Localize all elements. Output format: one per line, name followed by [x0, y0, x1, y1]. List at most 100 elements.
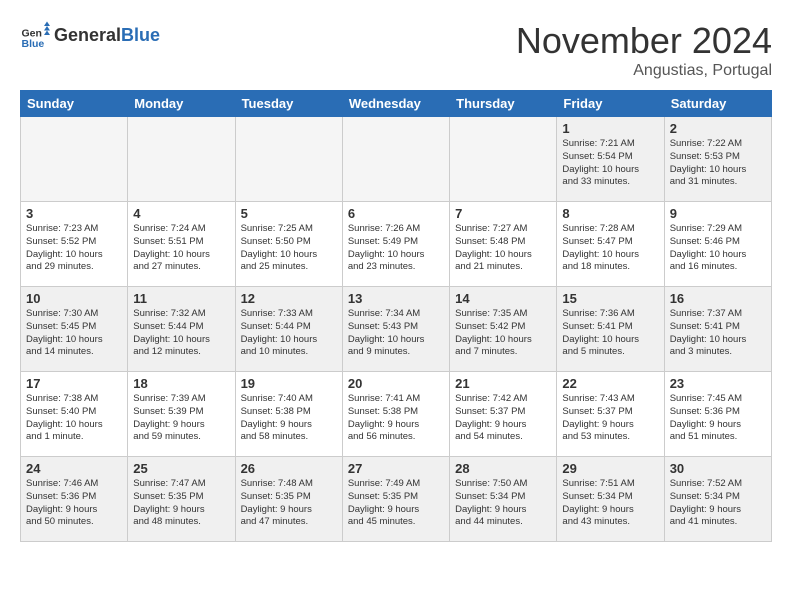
calendar-cell: 22 Sunrise: 7:43 AM Sunset: 5:37 PM Dayli…	[557, 372, 664, 457]
weekday-header-row: SundayMondayTuesdayWednesdayThursdayFrid…	[21, 91, 772, 117]
calendar-cell: 1 Sunrise: 7:21 AM Sunset: 5:54 PM Daylig…	[557, 117, 664, 202]
day-number: 23	[670, 376, 766, 391]
day-info: Sunrise: 7:41 AM Sunset: 5:38 PM Dayligh…	[348, 393, 444, 444]
day-info: Sunrise: 7:50 AM Sunset: 5:34 PM Dayligh…	[455, 478, 551, 529]
day-info: Sunrise: 7:37 AM Sunset: 5:41 PM Dayligh…	[670, 308, 766, 359]
calendar-week-row: 3Sunrise: 7:23 AM Sunset: 5:52 PM Daylig…	[21, 202, 772, 287]
day-number: 15	[562, 291, 658, 306]
day-number: 21	[455, 376, 551, 391]
logo: Gen Blue GeneralBlue	[20, 20, 160, 50]
calendar-cell: 23Sunrise: 7:45 AM Sunset: 5:36 PM Dayli…	[664, 372, 771, 457]
day-number: 1	[562, 121, 658, 136]
calendar-cell: 28 Sunrise: 7:50 AM Sunset: 5:34 PM Dayli…	[450, 457, 557, 542]
svg-text:Blue: Blue	[22, 38, 45, 50]
logo-blue: Blue	[121, 25, 160, 45]
calendar-cell: 25 Sunrise: 7:47 AM Sunset: 5:35 PM Dayli…	[128, 457, 235, 542]
day-number: 30	[670, 461, 766, 476]
calendar-cell: 24 Sunrise: 7:46 AM Sunset: 5:36 PM Dayli…	[21, 457, 128, 542]
day-info: Sunrise: 7:33 AM Sunset: 5:44 PM Dayligh…	[241, 308, 337, 359]
calendar-cell: 17 Sunrise: 7:38 AM Sunset: 5:40 PM Dayli…	[21, 372, 128, 457]
weekday-header: Wednesday	[342, 91, 449, 117]
day-info: Sunrise: 7:34 AM Sunset: 5:43 PM Dayligh…	[348, 308, 444, 359]
day-number: 27	[348, 461, 444, 476]
calendar-cell: 21 Sunrise: 7:42 AM Sunset: 5:37 PM Dayli…	[450, 372, 557, 457]
location-subtitle: Angustias, Portugal	[516, 62, 772, 80]
day-info: Sunrise: 7:49 AM Sunset: 5:35 PM Dayligh…	[348, 478, 444, 529]
day-number: 13	[348, 291, 444, 306]
calendar-cell: 15 Sunrise: 7:36 AM Sunset: 5:41 PM Dayli…	[557, 287, 664, 372]
calendar-cell: 14 Sunrise: 7:35 AM Sunset: 5:42 PM Dayli…	[450, 287, 557, 372]
day-number: 24	[26, 461, 122, 476]
calendar-cell: 2Sunrise: 7:22 AM Sunset: 5:53 PM Daylig…	[664, 117, 771, 202]
day-number: 25	[133, 461, 229, 476]
calendar-cell: 20 Sunrise: 7:41 AM Sunset: 5:38 PM Dayli…	[342, 372, 449, 457]
day-number: 26	[241, 461, 337, 476]
calendar-table: SundayMondayTuesdayWednesdayThursdayFrid…	[20, 90, 772, 542]
calendar-week-row: 24 Sunrise: 7:46 AM Sunset: 5:36 PM Dayli…	[21, 457, 772, 542]
day-number: 17	[26, 376, 122, 391]
calendar-cell: 6Sunrise: 7:26 AM Sunset: 5:49 PM Daylig…	[342, 202, 449, 287]
day-number: 10	[26, 291, 122, 306]
calendar-cell	[21, 117, 128, 202]
day-info: Sunrise: 7:42 AM Sunset: 5:37 PM Dayligh…	[455, 393, 551, 444]
day-info: Sunrise: 7:21 AM Sunset: 5:54 PM Dayligh…	[562, 138, 658, 189]
calendar-cell: 27 Sunrise: 7:49 AM Sunset: 5:35 PM Dayli…	[342, 457, 449, 542]
calendar-week-row: 10 Sunrise: 7:30 AM Sunset: 5:45 PM Dayli…	[21, 287, 772, 372]
day-number: 8	[562, 206, 658, 221]
day-info: Sunrise: 7:48 AM Sunset: 5:35 PM Dayligh…	[241, 478, 337, 529]
day-number: 7	[455, 206, 551, 221]
calendar-cell: 19 Sunrise: 7:40 AM Sunset: 5:38 PM Dayli…	[235, 372, 342, 457]
calendar-cell: 9 Sunrise: 7:29 AM Sunset: 5:46 PM Daylig…	[664, 202, 771, 287]
calendar-cell: 18 Sunrise: 7:39 AM Sunset: 5:39 PM Dayli…	[128, 372, 235, 457]
day-number: 28	[455, 461, 551, 476]
day-number: 11	[133, 291, 229, 306]
day-number: 20	[348, 376, 444, 391]
calendar-cell: 11 Sunrise: 7:32 AM Sunset: 5:44 PM Dayli…	[128, 287, 235, 372]
calendar-cell: 26 Sunrise: 7:48 AM Sunset: 5:35 PM Dayli…	[235, 457, 342, 542]
day-info: Sunrise: 7:51 AM Sunset: 5:34 PM Dayligh…	[562, 478, 658, 529]
day-number: 22	[562, 376, 658, 391]
day-number: 6	[348, 206, 444, 221]
day-info: Sunrise: 7:29 AM Sunset: 5:46 PM Dayligh…	[670, 223, 766, 274]
calendar-week-row: 1 Sunrise: 7:21 AM Sunset: 5:54 PM Daylig…	[21, 117, 772, 202]
day-info: Sunrise: 7:36 AM Sunset: 5:41 PM Dayligh…	[562, 308, 658, 359]
day-info: Sunrise: 7:39 AM Sunset: 5:39 PM Dayligh…	[133, 393, 229, 444]
weekday-header: Thursday	[450, 91, 557, 117]
logo-icon: Gen Blue	[20, 20, 50, 50]
calendar-cell	[450, 117, 557, 202]
day-info: Sunrise: 7:28 AM Sunset: 5:47 PM Dayligh…	[562, 223, 658, 274]
day-number: 12	[241, 291, 337, 306]
day-number: 16	[670, 291, 766, 306]
logo-general: General	[54, 25, 121, 45]
day-info: Sunrise: 7:43 AM Sunset: 5:37 PM Dayligh…	[562, 393, 658, 444]
weekday-header: Tuesday	[235, 91, 342, 117]
calendar-cell	[128, 117, 235, 202]
weekday-header: Monday	[128, 91, 235, 117]
day-number: 9	[670, 206, 766, 221]
day-info: Sunrise: 7:46 AM Sunset: 5:36 PM Dayligh…	[26, 478, 122, 529]
calendar-cell: 30 Sunrise: 7:52 AM Sunset: 5:34 PM Dayli…	[664, 457, 771, 542]
day-info: Sunrise: 7:47 AM Sunset: 5:35 PM Dayligh…	[133, 478, 229, 529]
calendar-cell: 5Sunrise: 7:25 AM Sunset: 5:50 PM Daylig…	[235, 202, 342, 287]
day-info: Sunrise: 7:24 AM Sunset: 5:51 PM Dayligh…	[133, 223, 229, 274]
day-info: Sunrise: 7:25 AM Sunset: 5:50 PM Dayligh…	[241, 223, 337, 274]
day-info: Sunrise: 7:30 AM Sunset: 5:45 PM Dayligh…	[26, 308, 122, 359]
day-info: Sunrise: 7:52 AM Sunset: 5:34 PM Dayligh…	[670, 478, 766, 529]
day-number: 19	[241, 376, 337, 391]
weekday-header: Sunday	[21, 91, 128, 117]
calendar-cell: 16 Sunrise: 7:37 AM Sunset: 5:41 PM Dayli…	[664, 287, 771, 372]
day-number: 3	[26, 206, 122, 221]
day-info: Sunrise: 7:35 AM Sunset: 5:42 PM Dayligh…	[455, 308, 551, 359]
day-number: 2	[670, 121, 766, 136]
title-block: November 2024 Angustias, Portugal	[516, 20, 772, 80]
day-number: 14	[455, 291, 551, 306]
day-number: 18	[133, 376, 229, 391]
calendar-cell	[342, 117, 449, 202]
day-number: 4	[133, 206, 229, 221]
month-title: November 2024	[516, 20, 772, 62]
day-info: Sunrise: 7:38 AM Sunset: 5:40 PM Dayligh…	[26, 393, 122, 444]
day-info: Sunrise: 7:40 AM Sunset: 5:38 PM Dayligh…	[241, 393, 337, 444]
day-number: 29	[562, 461, 658, 476]
day-info: Sunrise: 7:32 AM Sunset: 5:44 PM Dayligh…	[133, 308, 229, 359]
calendar-cell: 10 Sunrise: 7:30 AM Sunset: 5:45 PM Dayli…	[21, 287, 128, 372]
